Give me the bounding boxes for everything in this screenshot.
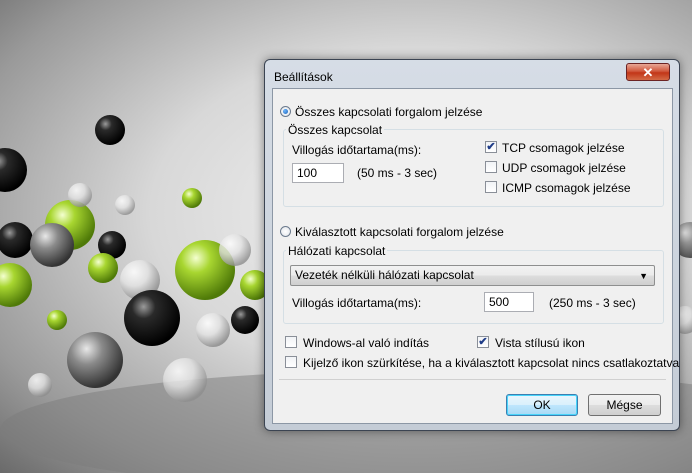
all-blink-range: (50 ms - 3 sec) (357, 166, 438, 180)
dialog-content: Összes kapcsolati forgalom jelzése Össze… (272, 88, 679, 424)
dialog-title: Beállítások (274, 70, 333, 84)
udp-checkbox-label[interactable]: UDP csomagok jelzése (502, 161, 626, 175)
all-traffic-radio-label[interactable]: Összes kapcsolati forgalom jelzése (295, 105, 482, 119)
all-connections-group-label: Összes kapcsolat (286, 123, 385, 137)
network-connection-group (283, 250, 664, 324)
chevron-down-icon: ▼ (639, 271, 648, 281)
cancel-button[interactable]: Mégse (588, 394, 661, 416)
udp-checkbox[interactable] (485, 161, 497, 173)
network-connection-group-label: Hálózati kapcsolat (286, 244, 388, 258)
gray-icon-label[interactable]: Kijelző ikon szürkítése, ha a kiválaszto… (303, 356, 679, 370)
tcp-checkbox-label[interactable]: TCP csomagok jelzése (502, 141, 625, 155)
separator (279, 379, 666, 380)
selected-blink-input[interactable]: 500 (484, 292, 534, 312)
selected-traffic-radio[interactable] (280, 226, 291, 237)
selected-traffic-radio-label[interactable]: Kiválasztott kapcsolati forgalom jelzése (295, 225, 504, 239)
title-bar[interactable]: Beállítások ✕ (265, 60, 679, 88)
vista-icon-label[interactable]: Vista stílusú ikon (495, 336, 585, 350)
checkmark-icon: ✔ (486, 141, 496, 153)
windows-start-label[interactable]: Windows-al való indítás (303, 336, 429, 350)
selected-blink-range: (250 ms - 3 sec) (549, 296, 636, 310)
icmp-checkbox-label[interactable]: ICMP csomagok jelzése (502, 181, 631, 195)
all-blink-input[interactable]: 100 (292, 163, 344, 183)
tcp-checkbox[interactable]: ✔ (485, 141, 497, 153)
connection-select[interactable]: Vezeték nélküli hálózati kapcsolat ▼ (290, 265, 655, 286)
connection-select-value: Vezeték nélküli hálózati kapcsolat (295, 268, 474, 282)
ok-button[interactable]: OK (506, 394, 578, 416)
icmp-checkbox[interactable] (485, 181, 497, 193)
all-traffic-radio[interactable] (280, 106, 291, 117)
checkmark-icon: ✔ (478, 336, 488, 348)
close-button[interactable]: ✕ (626, 63, 670, 81)
settings-dialog: Beállítások ✕ Összes kapcsolati forgalom… (264, 59, 680, 431)
close-icon: ✕ (642, 65, 654, 80)
vista-icon-checkbox[interactable]: ✔ (477, 336, 489, 348)
selected-blink-label: Villogás időtartama(ms): (292, 296, 422, 310)
all-blink-label: Villogás időtartama(ms): (292, 143, 422, 157)
gray-icon-checkbox[interactable] (285, 356, 297, 368)
windows-start-checkbox[interactable] (285, 336, 297, 348)
